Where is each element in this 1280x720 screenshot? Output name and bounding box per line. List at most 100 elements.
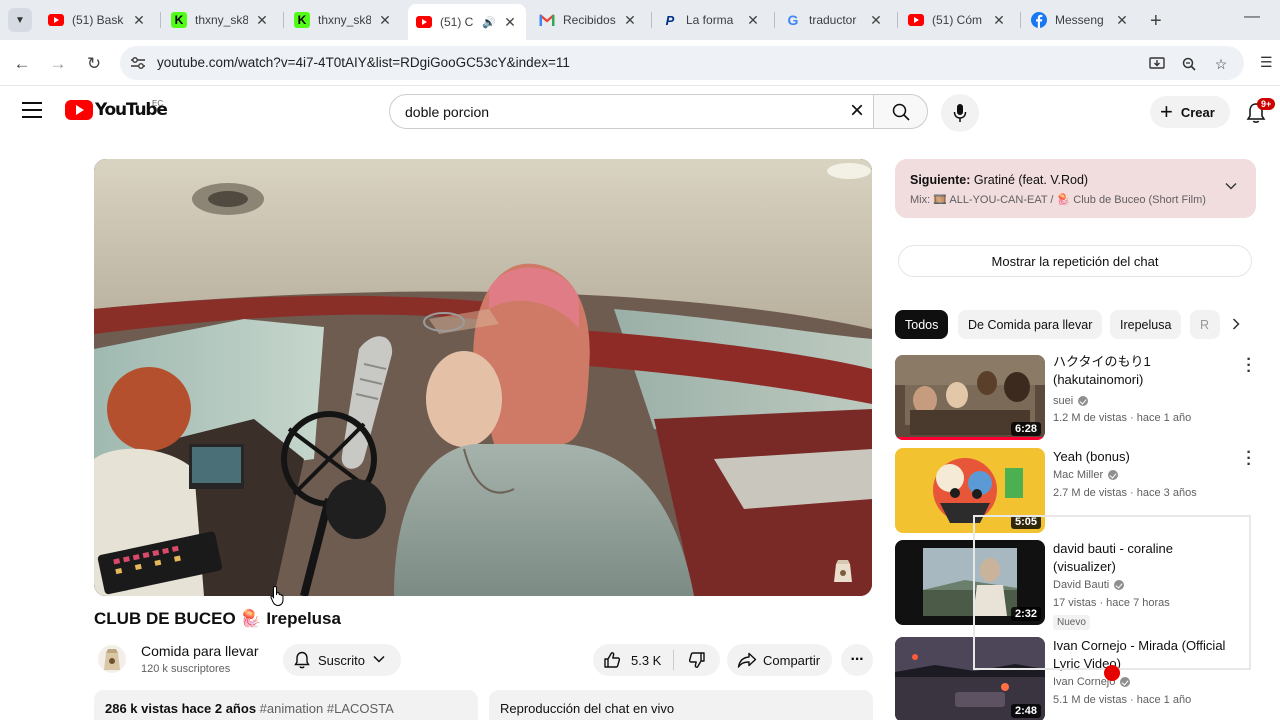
kebab-menu-icon[interactable]: · · · [1243,352,1255,380]
browser-tab[interactable]: G traductor ✕ [777,6,892,34]
youtube-icon [48,12,64,28]
verified-icon [1120,677,1131,687]
menu-icon[interactable] [22,102,42,118]
new-tab-button[interactable]: + [1150,10,1162,33]
browser-tab[interactable]: (51) Bask ✕ [40,6,155,34]
channel-row[interactable]: Mac Miller [1053,469,1119,481]
video-title: CLUB DE BUCEO 🪼 Irepelusa [94,609,341,629]
search-input[interactable]: doble porcion × [389,94,873,129]
thumbs-up-icon [604,652,621,668]
video-duration: 2:48 [1010,704,1041,718]
tab-title: (51) Bask [72,13,124,27]
reload-button[interactable]: ↻ [82,52,106,76]
forward-button[interactable]: → [46,52,70,76]
chip-from-channel[interactable]: De Comida para llevar [958,310,1103,339]
video-title[interactable]: Yeah (bonus) [1053,448,1233,466]
zoom-icon[interactable] [1179,54,1199,74]
install-app-icon[interactable] [1147,54,1167,74]
chip-related[interactable]: R [1190,310,1220,339]
browser-tab-active[interactable]: (51) C 🔊 ✕ [408,4,526,40]
chip-irepelusa[interactable]: Irepelusa [1110,310,1182,339]
browser-tab[interactable]: Recibidos ✕ [531,6,646,34]
close-icon[interactable]: ✕ [991,12,1007,28]
youtube-masthead: YouTube EC doble porcion × + Crear 9+ [0,86,1280,138]
more-actions-button[interactable]: ··· [841,644,873,676]
close-icon[interactable]: ✕ [1114,12,1130,28]
close-icon[interactable]: ✕ [745,12,761,28]
chevron-down-icon[interactable] [1225,179,1237,193]
video-thumbnail[interactable]: 6:28 [895,355,1045,440]
bookmark-star-icon[interactable]: ☆ [1211,54,1231,74]
channel-row[interactable]: Ivan Cornejo [1053,676,1131,688]
video-title[interactable]: ハクタイのもり1 (hakutainomori) [1053,353,1233,389]
like-count: 5.3 K [631,652,662,668]
close-icon[interactable]: ✕ [131,12,147,28]
watch-progress-bar [895,437,1045,440]
dislike-button[interactable] [679,644,715,676]
video-player[interactable] [94,159,872,596]
tab-divider [283,12,284,28]
create-button[interactable]: + Crear [1150,96,1230,128]
search-value: doble porcion [405,104,490,120]
tab-title: La forma [686,13,734,27]
search-button[interactable] [873,94,928,129]
show-chat-replay-button[interactable]: Mostrar la repetición del chat [898,245,1252,277]
browser-tab[interactable]: Messeng ✕ [1023,6,1138,34]
youtube-icon [416,14,432,30]
channel-avatar[interactable] [98,645,126,673]
side-panel-icon[interactable]: ☰ [1260,54,1273,71]
search-icon [892,103,910,121]
back-button[interactable]: ← [10,52,34,76]
tab-search-button[interactable]: ▼ [8,8,32,32]
clear-search-icon[interactable]: × [846,99,868,123]
description-box[interactable]: 286 k vistas hace 2 años #animation #LAC… [94,690,478,720]
share-label: Compartir [763,652,821,668]
view-stats: 286 k vistas hace 2 años [105,701,257,716]
kebab-menu-icon[interactable]: · · · [1243,445,1255,473]
chevron-right-icon[interactable] [1225,313,1247,335]
close-icon[interactable]: ✕ [254,12,270,28]
channel-row[interactable]: suei [1053,395,1089,407]
create-label: Crear [1180,104,1215,120]
gmail-icon [539,12,555,28]
close-icon[interactable]: ✕ [377,12,393,28]
close-icon[interactable]: ✕ [502,14,518,30]
chat-replay-panel[interactable]: Reproducción del chat en vivo [489,690,873,720]
like-button[interactable]: 5.3 K [593,644,673,676]
playlist-upnext-panel[interactable]: Siguiente: Gratiné (feat. V.Rod) Mix: 🎞️… [895,159,1256,218]
tab-title: (51) C [440,15,474,29]
plus-icon: + [1160,99,1173,124]
cursor-highlight-dot [1104,665,1120,681]
subscribed-button[interactable]: Suscrito [283,644,401,676]
close-icon[interactable]: ✕ [868,12,884,28]
upnext-title: Gratiné (feat. V.Rod) [973,173,1089,187]
address-bar[interactable]: youtube.com/watch?v=4i7-4T0tAIY&list=RDg… [120,46,1244,80]
speaker-icon[interactable]: 🔊 [482,16,496,29]
channel-name[interactable]: Comida para llevar [141,643,259,659]
share-button[interactable]: Compartir [727,644,832,676]
voice-search-button[interactable] [941,94,979,132]
recommendation-item[interactable]: 6:28 ハクタイのもり1 (hakutainomori) suei 1.2 M… [895,352,1265,445]
chip-all[interactable]: Todos [895,310,949,339]
tab-divider [1020,12,1021,28]
close-icon[interactable]: ✕ [622,12,638,28]
chat-replay-label: Reproducción del chat en vivo [500,701,675,716]
minimize-button[interactable]: — [1244,8,1260,26]
video-meta: 2.7 M de vistas · hace 3 años [1053,487,1197,499]
site-info-icon[interactable] [128,53,148,73]
video-title-text: CLUB DE BUCEO [94,609,236,628]
paypal-icon: P [665,12,675,28]
channel-name: Mac Miller [1053,469,1104,481]
tab-title: traductor [809,13,857,27]
facebook-icon [1031,12,1047,28]
bell-icon [294,651,310,669]
browser-tab[interactable]: P La forma ✕ [654,6,769,34]
hashtags[interactable]: #animation #LACOSTA [260,701,394,716]
browser-tab[interactable]: (51) Cóm ✕ [900,6,1015,34]
browser-tab[interactable]: K thxny_sk8 ✕ [163,6,278,34]
miniplayer-frame-overlay [973,515,1251,670]
like-dislike-group: 5.3 K [593,644,720,676]
tab-title: Messeng [1055,13,1104,27]
browser-tab[interactable]: K thxny_sk8 ✕ [286,6,401,34]
mix-name: Mix: 🎞️ ALL-YOU-CAN-EAT / 🪼 Club de Buce… [910,194,1206,206]
